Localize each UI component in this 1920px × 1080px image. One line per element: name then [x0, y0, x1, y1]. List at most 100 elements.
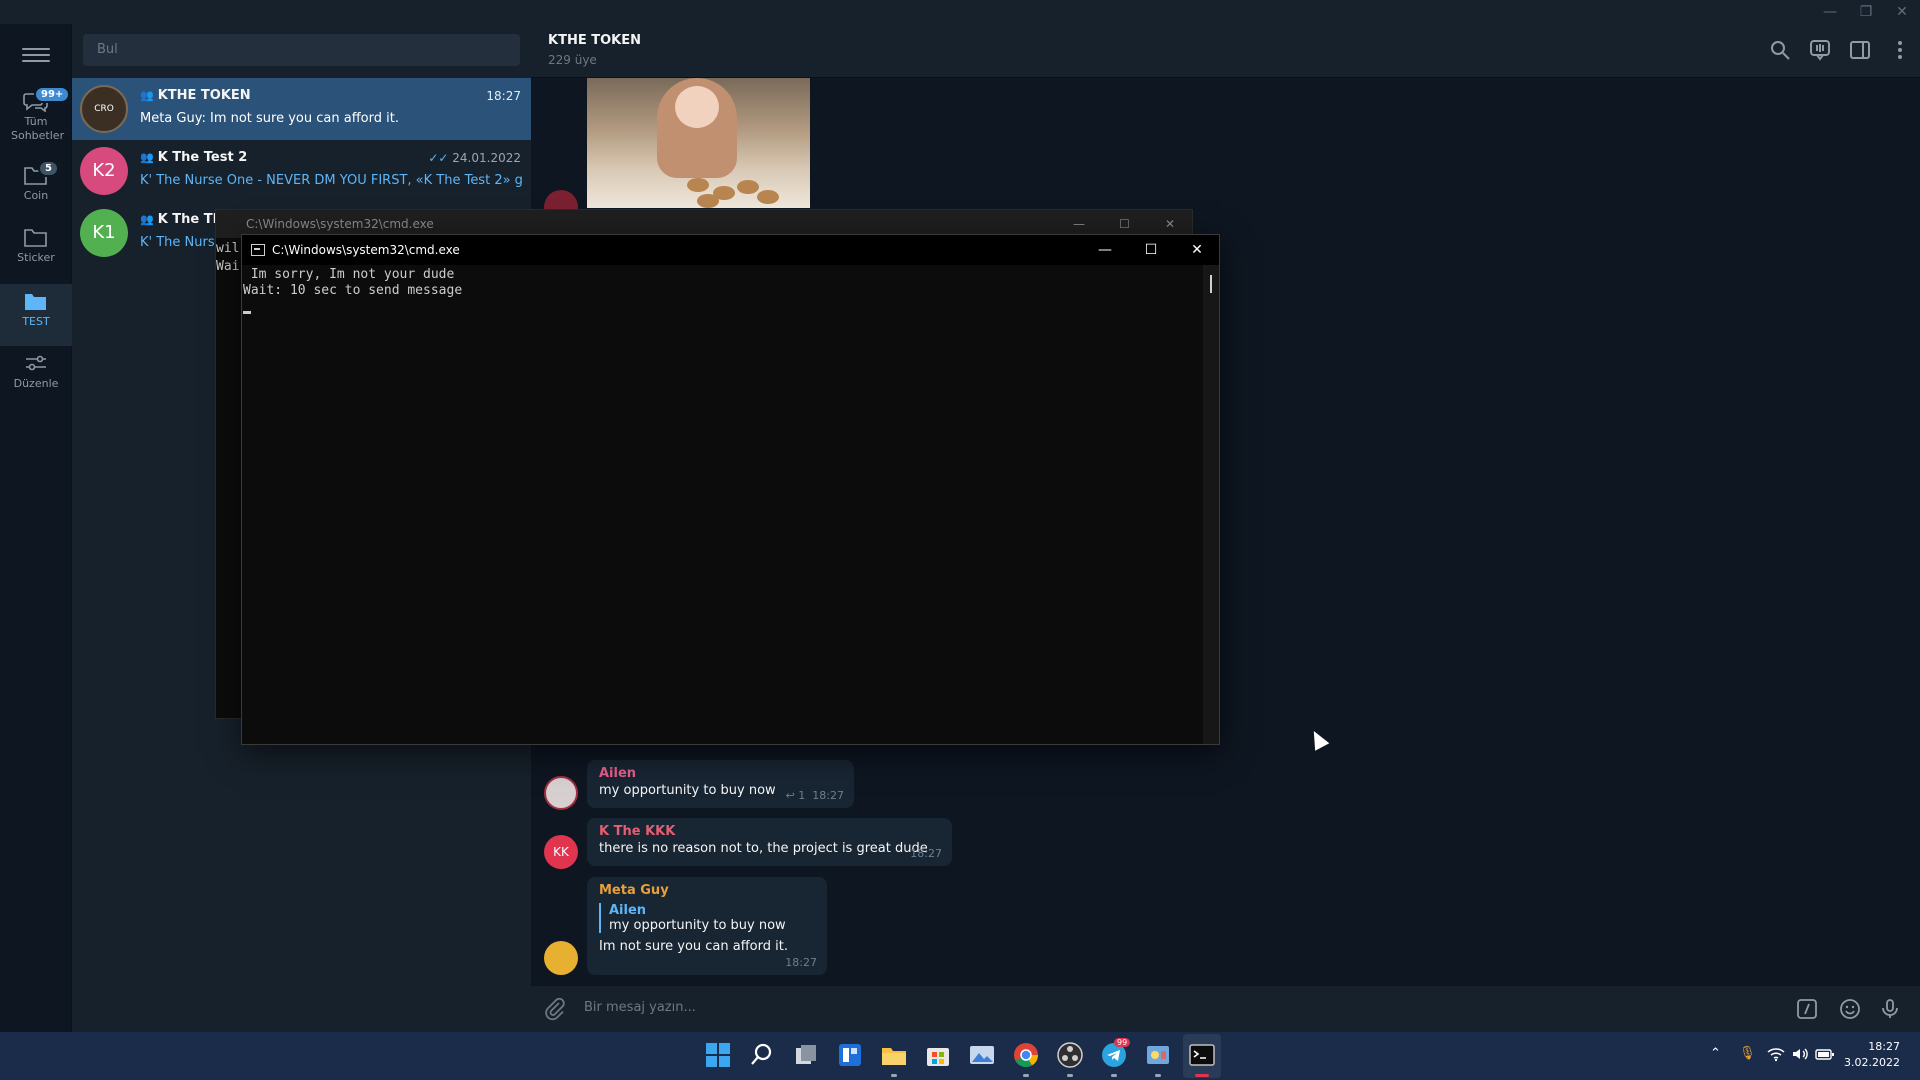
file-explorer-icon[interactable] [879, 1040, 909, 1070]
task-view-icon[interactable] [791, 1040, 821, 1070]
folder-icon [24, 229, 47, 247]
text-cursor [243, 311, 251, 314]
wifi-icon[interactable] [1767, 1046, 1785, 1062]
emoji-icon[interactable] [1838, 997, 1862, 1021]
folder-coin[interactable]: 5 Coin [0, 158, 72, 220]
chat-preview: Meta Guy: Im not sure you can afford it. [140, 111, 399, 126]
group-icon: 👥 [140, 213, 154, 226]
avatar [544, 776, 578, 810]
photos-icon[interactable] [967, 1040, 997, 1070]
windows-start-icon[interactable] [703, 1040, 733, 1070]
running-indicator [1155, 1074, 1161, 1077]
close-button[interactable]: ✕ [1174, 235, 1220, 265]
attach-icon[interactable] [543, 997, 567, 1021]
avatar: CRO [80, 85, 128, 133]
app-titlebar: — ❐ ✕ [0, 0, 1920, 24]
cmd-app-icon [251, 244, 265, 256]
mouse-cursor-icon [1306, 727, 1330, 751]
store-icon[interactable] [923, 1040, 953, 1070]
message-bubble[interactable]: Ailen my opportunity to buy now ↩ 1 18:2… [587, 760, 854, 808]
cmd-console-output[interactable]: Im sorry, Im not your dude Wait: 10 sec t… [242, 265, 1205, 744]
voice-chat-icon[interactable] [1808, 38, 1832, 62]
chat-preview: K' The Nurse One - NEVER DM YOU FIRST, «… [140, 173, 522, 188]
chat-row-kthe-token[interactable]: CRO 👥 KTHE TOKEN 18:27 Meta Guy: Im not s… [72, 78, 531, 140]
message-sender: Meta Guy [599, 883, 669, 898]
chat-row-k-the-test-2[interactable]: K2 👥 K The Test 2 ✓✓ 24.01.2022 K' The Nu… [72, 140, 531, 202]
app-close-button[interactable]: ✕ [1884, 2, 1920, 22]
console-line: Im sorry, Im not your dude [243, 267, 455, 282]
folder-test[interactable]: TEST [0, 284, 72, 346]
minimize-button[interactable]: — [1082, 235, 1128, 265]
clock-date: 3.02.2022 [1844, 1056, 1900, 1069]
avatar: K2 [80, 147, 128, 195]
message-bubble[interactable]: Meta Guy Ailen my opportunity to buy now… [587, 877, 827, 975]
telegram-badge: 99 [1114, 1038, 1131, 1047]
widgets-icon[interactable] [835, 1040, 865, 1070]
cmd-title: C:\Windows\system32\cmd.exe [272, 243, 460, 257]
scrollbar[interactable] [1203, 265, 1219, 744]
volume-icon[interactable] [1791, 1046, 1809, 1062]
cmd-window[interactable]: C:\Windows\system32\cmd.exe — ☐ ✕ Im sor… [241, 234, 1220, 745]
cmd-titlebar[interactable]: C:\Windows\system32\cmd.exe — ☐ ✕ [242, 235, 1219, 265]
more-options-icon[interactable] [1888, 38, 1912, 62]
message-bubble[interactable]: K The KKK there is no reason not to, the… [587, 818, 952, 866]
chat-name: 👥 K The Test 2 [140, 150, 248, 165]
chrome-icon[interactable] [1011, 1040, 1041, 1070]
folder-label: Coin [23, 189, 49, 202]
search-icon[interactable] [747, 1040, 777, 1070]
folder-label: Sticker [17, 251, 55, 264]
console-line: Wait: 10 sec to send message [243, 283, 463, 298]
folder-rail: 99+ Tüm Sohbetler 5 Coin Sticker TEST Dü… [0, 24, 72, 1032]
group-icon: 👥 [140, 89, 154, 102]
reply-text: my opportunity to buy now [609, 918, 786, 933]
folder-edit[interactable]: Düzenle [0, 346, 72, 408]
folder-sticker[interactable]: Sticker [0, 220, 72, 282]
search-input[interactable]: Bul [83, 34, 520, 66]
microphone-icon[interactable] [1878, 997, 1902, 1021]
app-restore-button[interactable]: ❐ [1848, 2, 1884, 22]
double-check-icon: ✓✓ [428, 151, 449, 165]
control-panel-icon[interactable] [1143, 1040, 1173, 1070]
search-icon[interactable] [1768, 38, 1792, 62]
folder-badge: 99+ [34, 86, 71, 103]
reply-quote[interactable]: Ailen my opportunity to buy now [599, 903, 815, 933]
terminal-icon[interactable] [1187, 1040, 1217, 1070]
obs-icon[interactable] [1055, 1040, 1085, 1070]
cmd-output: wil Wai [216, 241, 240, 274]
folder-label: Düzenle [13, 377, 59, 390]
chevron-up-icon[interactable]: ⌃ [1710, 1046, 1721, 1061]
chat-title[interactable]: KTHE TOKEN [548, 33, 641, 48]
clock-time: 18:27 [1868, 1040, 1900, 1053]
maximize-button[interactable]: ☐ [1128, 235, 1174, 265]
folder-label: Tüm Sohbetler [11, 115, 65, 142]
sidebar-toggle-icon[interactable] [1848, 38, 1872, 62]
member-count: 229 üye [548, 53, 597, 67]
scrollbar-thumb[interactable] [1210, 275, 1212, 293]
chat-time: 18:27 [486, 89, 521, 103]
folder-icon [25, 294, 46, 310]
message-time: ↩ 1 18:27 [785, 789, 844, 802]
message-composer: Bir mesaj yazın... [531, 986, 1920, 1032]
taskbar: 99 ⌃ 🎙 18:27 3.02.2022 [0, 1032, 1920, 1080]
message-time: 18:27 [910, 847, 942, 860]
message-sender: Ailen [599, 766, 637, 781]
battery-icon[interactable] [1815, 1046, 1835, 1062]
reply-sender: Ailen [609, 903, 647, 918]
system-clock[interactable]: 18:27 3.02.2022 [1844, 1039, 1900, 1071]
folder-label: TEST [22, 315, 50, 328]
running-indicator [1111, 1074, 1117, 1077]
hamburger-menu-icon[interactable] [22, 44, 50, 66]
group-icon: 👥 [140, 151, 154, 164]
folder-all-chats[interactable]: 99+ Tüm Sohbetler [0, 84, 72, 156]
app-minimize-button[interactable]: — [1812, 2, 1848, 22]
chat-time: ✓✓ 24.01.2022 [428, 151, 521, 165]
message-sender: K The KKK [599, 824, 676, 839]
chat-name: 👥 KTHE TOKEN [140, 88, 251, 103]
microphone-icon[interactable]: 🎙 [1739, 1046, 1756, 1061]
bot-commands-icon[interactable] [1795, 997, 1819, 1021]
avatar: KK [544, 835, 578, 869]
photo-message[interactable] [587, 78, 810, 208]
chat-header: KTHE TOKEN 229 üye [531, 24, 1920, 78]
message-input[interactable]: Bir mesaj yazın... [584, 1000, 696, 1015]
message-text: Im not sure you can afford it. [599, 939, 788, 954]
